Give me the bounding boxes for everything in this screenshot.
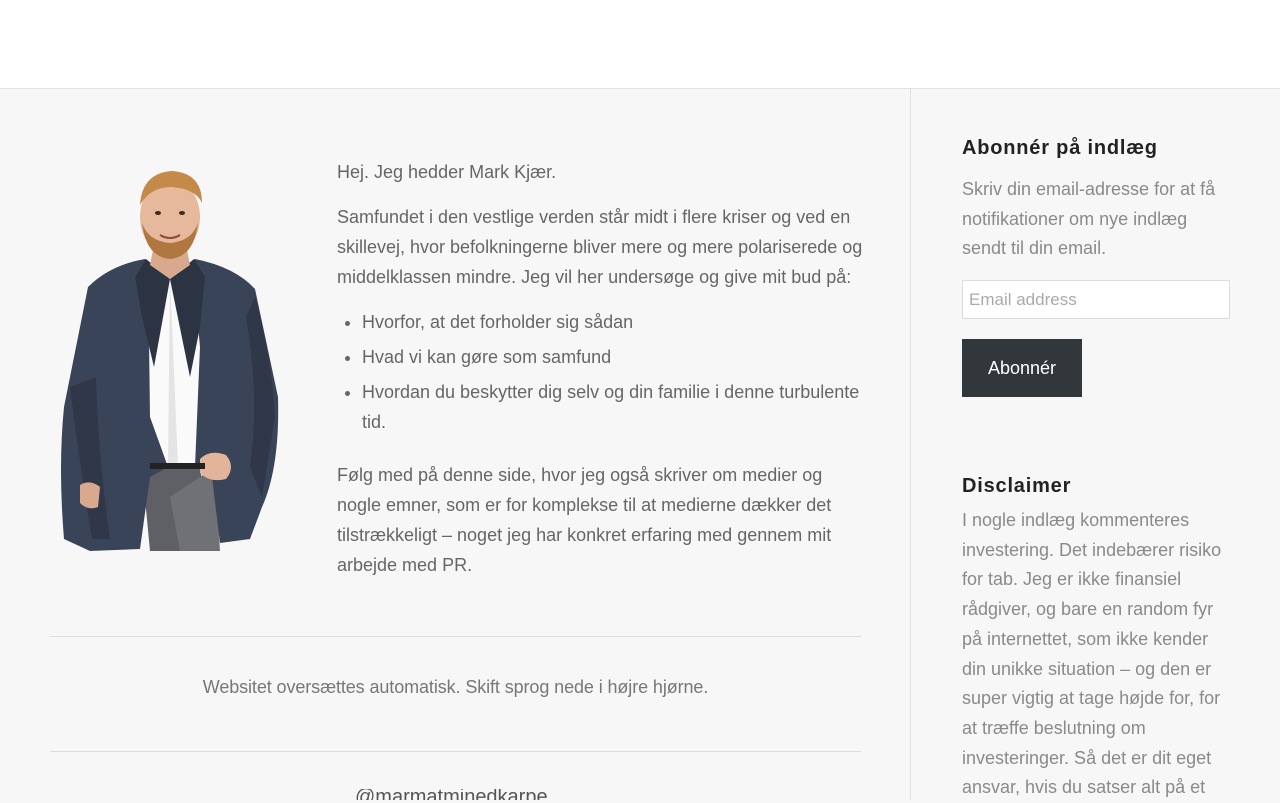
site-header <box>0 0 1280 89</box>
subscribe-widget-title: Abonnér på indlæg <box>962 137 1158 159</box>
list-item: Hvordan du beskytter dig selv og din fam… <box>362 377 867 437</box>
intro-paragraph: Samfundet i den vestlige verden står mid… <box>337 207 863 287</box>
email-field[interactable] <box>962 280 1230 319</box>
portrait-image <box>61 171 279 551</box>
intro-paragraph-follow: Følg med på denne side, hvor jeg også sk… <box>337 465 832 575</box>
subscribe-button[interactable]: Abonnér <box>962 339 1082 397</box>
subscribe-description: Skriv din email-adresse for at få notifi… <box>962 179 1216 259</box>
intro-bullet-list: Hvorfor, at det forholder sig sådan Hvad… <box>362 307 867 437</box>
list-item: Hvorfor, at det forholder sig sådan <box>362 307 867 337</box>
sidebar: Abonnér på indlæg Skriv din email-adress… <box>912 89 1280 800</box>
main-content: Hej. Jeg hedder Mark Kjær. Samfundet i d… <box>0 89 911 800</box>
divider <box>50 636 861 637</box>
peek-text: @marmatminedkarpe <box>355 789 548 800</box>
divider <box>50 751 861 752</box>
translate-note: Websitet oversættes automatisk. Skift sp… <box>202 677 709 697</box>
disclaimer-text: I nogle indlæg kommenteres investering. … <box>962 510 1222 798</box>
intro-greeting: Hej. Jeg hedder Mark Kjær. <box>337 162 557 182</box>
disclaimer-title: Disclaimer <box>962 475 1072 497</box>
intro-text: Hej. Jeg hedder Mark Kjær. Samfundet i d… <box>337 157 867 595</box>
list-item: Hvad vi kan gøre som samfund <box>362 342 867 372</box>
